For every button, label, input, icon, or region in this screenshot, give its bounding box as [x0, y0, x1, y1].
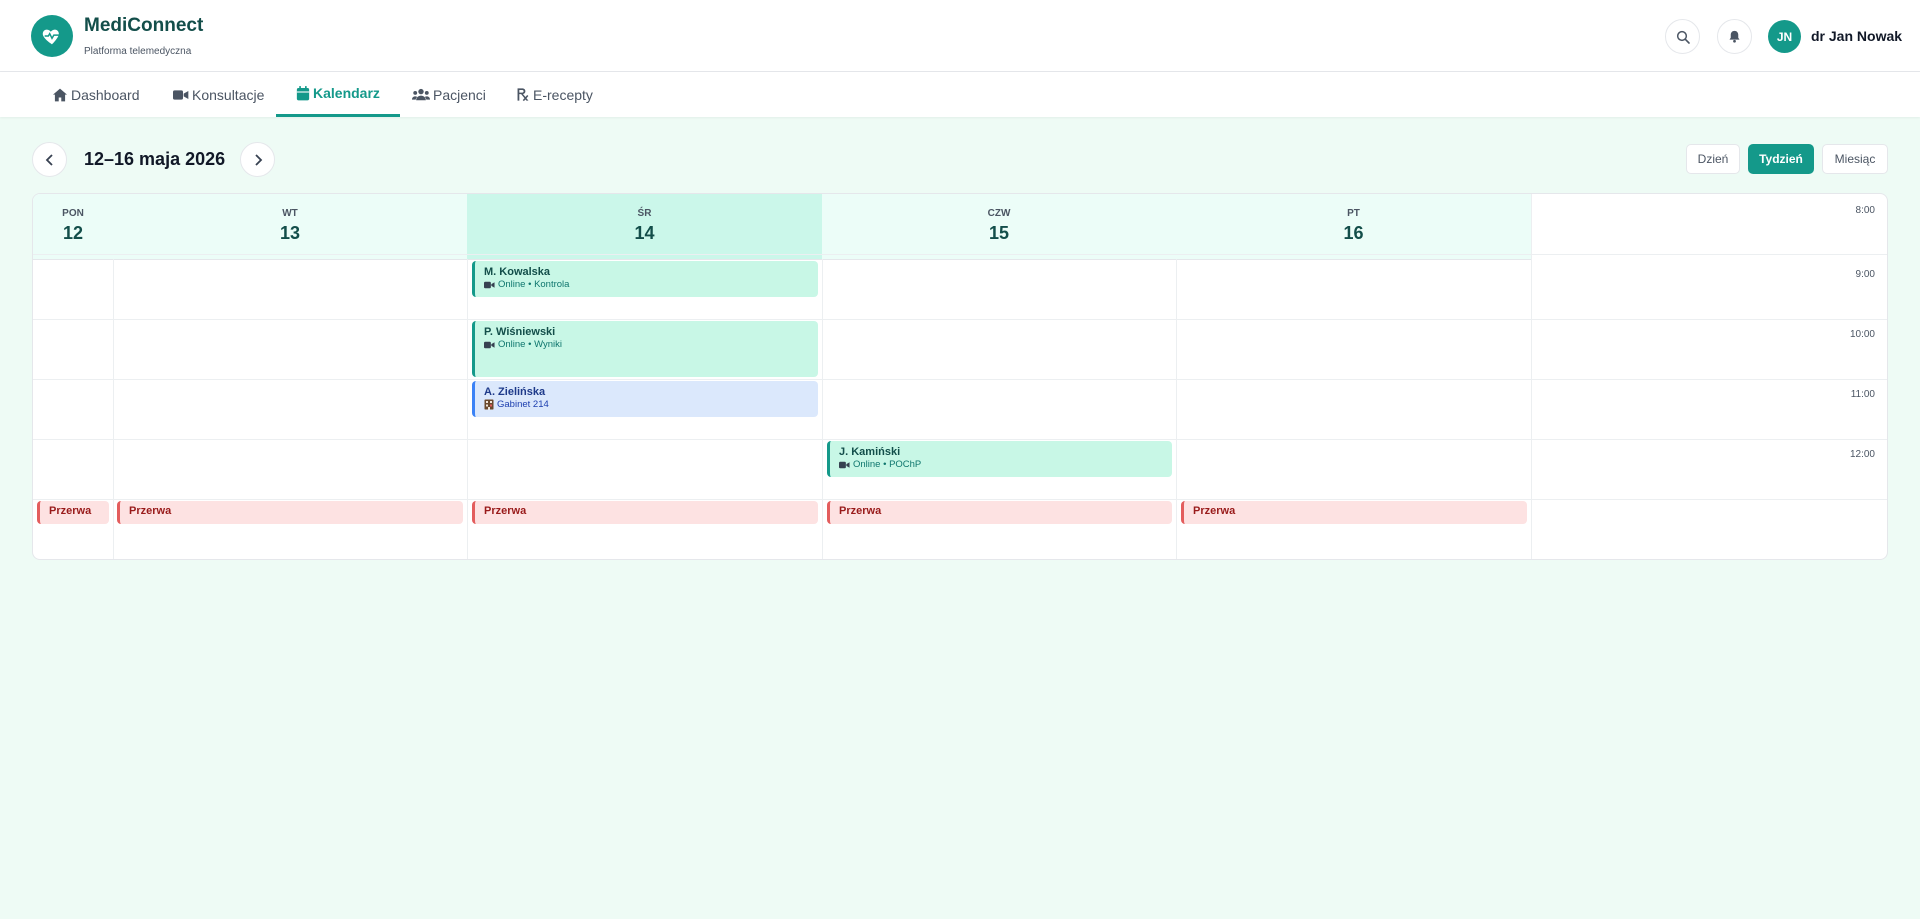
- bell-icon: [1729, 30, 1740, 43]
- prescription-icon: [517, 88, 529, 102]
- break-label: Przerwa: [49, 505, 92, 517]
- appointment-detail: Online • Wyniki: [484, 339, 818, 350]
- video-icon: [839, 461, 850, 468]
- day-header-tue: WT 13: [113, 194, 467, 259]
- time-label: 10:00: [1849, 329, 1875, 340]
- time-label: 8:00: [1855, 205, 1875, 216]
- break-label: Przerwa: [484, 505, 527, 517]
- view-month-button[interactable]: Miesiąc: [1822, 144, 1888, 174]
- break-block[interactable]: Przerwa: [827, 501, 1172, 524]
- grid-column-line: [467, 259, 468, 559]
- appointment-patient: M. Kowalska: [484, 266, 551, 278]
- time-label: 11:00: [1850, 389, 1875, 400]
- home-icon: [53, 88, 67, 101]
- time-label: 9:00: [1855, 269, 1875, 280]
- day-name: ŚR: [637, 208, 652, 219]
- day-number: 15: [988, 223, 1010, 243]
- user-name[interactable]: dr Jan Nowak: [1811, 28, 1902, 44]
- appointment-patient: A. Zielińska: [484, 386, 546, 398]
- break-block[interactable]: Przerwa: [1181, 501, 1527, 524]
- view-week-button[interactable]: Tydzień: [1748, 144, 1814, 174]
- grid-row-line: [33, 254, 1887, 255]
- view-day-button[interactable]: Dzień: [1686, 144, 1740, 174]
- break-label: Przerwa: [839, 505, 882, 517]
- day-name: CZW: [987, 208, 1011, 219]
- users-icon: [412, 88, 430, 101]
- break-label: Przerwa: [1193, 505, 1236, 517]
- appointment-patient: J. Kamiński: [839, 446, 901, 458]
- nav-item-label: Dashboard: [71, 86, 140, 103]
- nav-item-label: Pacjenci: [433, 86, 486, 103]
- grid-column-line: [113, 259, 114, 559]
- day-number: 14: [634, 223, 655, 243]
- nav-item-konsultacje[interactable]: Konsultacje: [153, 72, 284, 117]
- notifications-button[interactable]: [1717, 19, 1752, 54]
- day-name: PON: [62, 208, 84, 219]
- appointment-card[interactable]: P. Wiśniewski Online • Wyniki: [472, 321, 818, 377]
- next-week-button[interactable]: [240, 142, 275, 177]
- search-button[interactable]: [1665, 19, 1700, 54]
- main-nav: Dashboard Konsultacje Kalendarz Pacjenci…: [0, 72, 1920, 117]
- video-icon: [173, 89, 189, 100]
- break-label: Przerwa: [129, 505, 172, 517]
- nav-item-dashboard[interactable]: Dashboard: [32, 72, 160, 117]
- day-header-wed: ŚR 14: [467, 194, 822, 259]
- appointment-card[interactable]: M. Kowalska Online • Kontrola: [472, 261, 818, 297]
- day-name: WT: [282, 208, 298, 219]
- nav-item-label: E-recepty: [533, 86, 593, 103]
- day-number: 13: [279, 223, 301, 243]
- grid-column-line: [822, 259, 823, 559]
- appointment-detail: Online • Kontrola: [484, 279, 818, 290]
- day-header-mon: PON 12: [33, 194, 113, 259]
- app-name[interactable]: MediConnect: [84, 15, 203, 37]
- nav-item-label: Konsultacje: [192, 86, 265, 103]
- day-number: 16: [1343, 223, 1364, 243]
- day-header-fri: PT 16: [1176, 194, 1531, 259]
- chevron-right-icon: [254, 153, 262, 166]
- week-calendar: PON 12 WT 13 ŚR 14 CZW 15 PT 16 8:00 9:0…: [32, 193, 1888, 560]
- grid-column-line: [1531, 194, 1532, 559]
- appointment-card[interactable]: J. Kamiński Online • POChP: [827, 441, 1172, 477]
- day-header-thu: CZW 15: [822, 194, 1176, 259]
- heart-pulse-icon[interactable]: [31, 15, 73, 57]
- chevron-left-icon: [45, 153, 53, 166]
- video-icon: [484, 341, 495, 348]
- time-label: 12:00: [1849, 449, 1875, 460]
- day-name: PT: [1347, 208, 1360, 219]
- nav-item-pacjenci[interactable]: Pacjenci: [392, 72, 506, 117]
- grid-row-line: [33, 379, 1887, 380]
- appointment-patient: P. Wiśniewski: [484, 326, 556, 338]
- appointment-card[interactable]: A. Zielińska Gabinet 214: [472, 381, 818, 417]
- office-icon: [484, 399, 494, 410]
- appointment-detail: Gabinet 214: [484, 399, 818, 410]
- break-block[interactable]: Przerwa: [117, 501, 463, 524]
- search-icon: [1676, 30, 1690, 44]
- date-range-title: 12–16 maja 2026: [84, 149, 226, 169]
- grid-column-line: [1176, 259, 1177, 559]
- appointment-detail-text: Online • POChP: [853, 459, 922, 470]
- grid-row-line: [33, 319, 1887, 320]
- user-avatar[interactable]: JN: [1768, 20, 1801, 53]
- app-tagline: Platforma telemedyczna: [84, 46, 192, 57]
- appointment-detail-text: Online • Wyniki: [498, 339, 562, 350]
- previous-week-button[interactable]: [32, 142, 67, 177]
- nav-item-e-recepty[interactable]: E-recepty: [496, 72, 613, 117]
- calendar-icon: [296, 85, 310, 100]
- header-divider: [33, 259, 1531, 260]
- nav-item-kalendarz[interactable]: Kalendarz: [276, 72, 400, 117]
- appointment-detail-text: Gabinet 214: [497, 399, 549, 410]
- grid-row-line: [33, 499, 1887, 500]
- break-block[interactable]: Przerwa: [472, 501, 818, 524]
- video-icon: [484, 281, 495, 288]
- appointment-detail: Online • POChP: [839, 459, 1172, 470]
- grid-row-line: [33, 439, 1887, 440]
- break-block[interactable]: Przerwa: [37, 501, 109, 524]
- app-header: MediConnect Platforma telemedyczna JN dr…: [0, 0, 1920, 72]
- day-number: 12: [62, 223, 84, 243]
- appointment-detail-text: Online • Kontrola: [498, 279, 570, 290]
- nav-item-label: Kalendarz: [313, 85, 380, 101]
